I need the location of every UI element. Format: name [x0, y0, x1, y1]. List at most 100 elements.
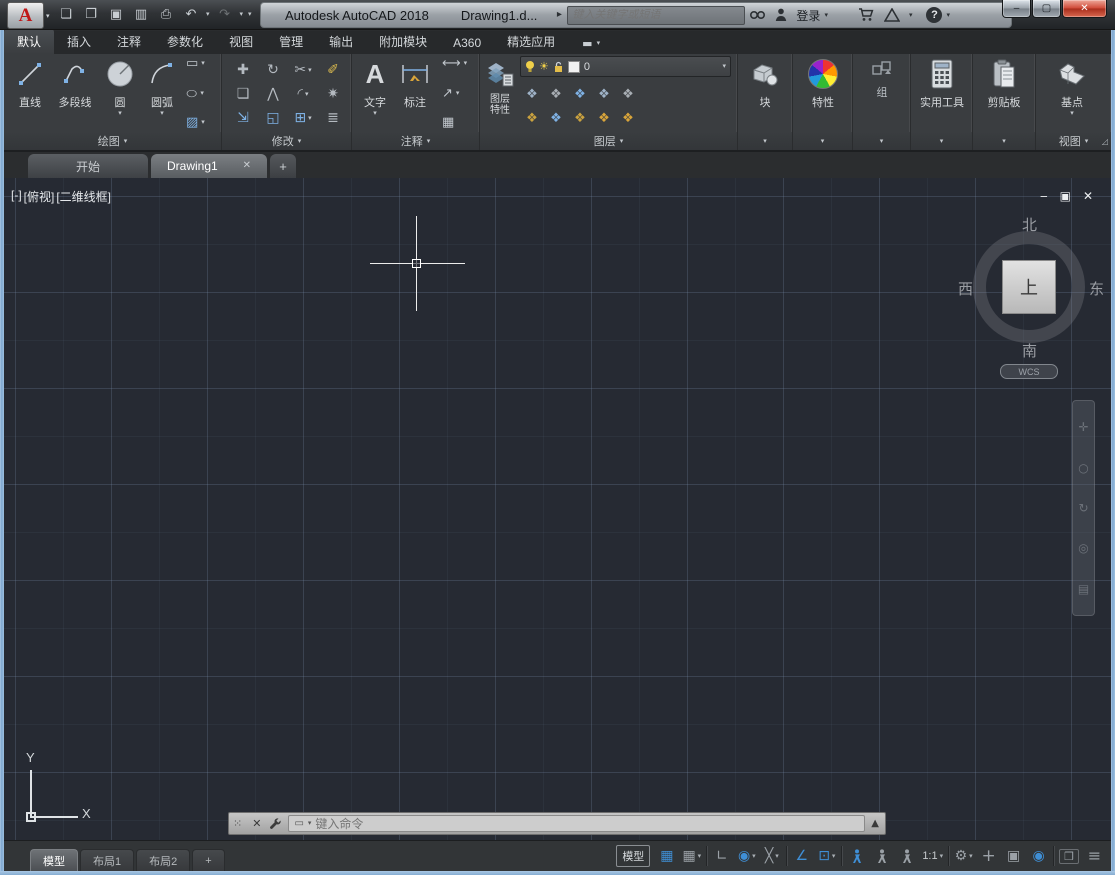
command-bar-grip-icon[interactable]: ⁙	[229, 818, 246, 829]
polar-dropdown-icon[interactable]: ▾	[752, 853, 756, 860]
plot-button[interactable]: ⎙	[156, 4, 176, 24]
autodesk-a360-icon[interactable]	[884, 8, 900, 22]
application-menu-dropdown-icon[interactable]: ▾	[46, 13, 50, 20]
ribbon-tab-addins[interactable]: 附加模块	[366, 29, 440, 54]
isometric-drafting-button[interactable]: ╳▾	[759, 841, 784, 871]
base-button[interactable]: 基点 ▾	[1052, 57, 1092, 117]
maximize-button[interactable]: ▢	[1032, 0, 1061, 18]
viewcube-east[interactable]: 东	[1089, 278, 1104, 299]
ribbon-tab-output[interactable]: 输出	[316, 29, 366, 54]
object-snap-button[interactable]: ⊡▾	[814, 841, 839, 871]
viewport-control-view[interactable]: [俯视]	[24, 188, 55, 205]
layer-tool-thaw[interactable]: ❖	[598, 112, 610, 125]
command-bar-customize-wrench-icon[interactable]	[267, 817, 288, 830]
ribbon-tab-default[interactable]: 默认	[4, 29, 54, 54]
viewcube[interactable]: 北 上 西 东 南 WCS	[956, 214, 1106, 382]
signin-person-icon[interactable]	[775, 8, 787, 22]
viewport-restore-icon[interactable]: ▣	[1060, 190, 1071, 202]
leader-button[interactable]: ↗▾	[442, 87, 474, 100]
offset-button[interactable]: ≣	[318, 111, 348, 125]
fillet-button[interactable]: ◜▾	[288, 87, 318, 101]
model-space-button[interactable]: 模型	[616, 845, 650, 867]
clipboard-button[interactable]: 剪贴板	[979, 57, 1029, 110]
application-menu-button[interactable]: A	[7, 2, 44, 29]
panel-label-group[interactable]: ▾	[853, 132, 910, 150]
view-panel-launcher-icon[interactable]: ◿	[1102, 137, 1108, 146]
properties-button[interactable]: 特性	[803, 57, 843, 110]
polar-tracking-button[interactable]: ◉▾	[734, 841, 759, 871]
annotation-scale-button[interactable]: 1:1▾	[919, 841, 946, 871]
copy-button[interactable]: ❏	[228, 87, 258, 101]
signin-label[interactable]: 登录	[796, 7, 820, 24]
viewcube-south[interactable]: 南	[1022, 340, 1037, 361]
undo-button[interactable]: ↶	[181, 4, 201, 24]
line-button[interactable]: 直线	[10, 57, 50, 110]
help-search-box[interactable]	[567, 6, 745, 25]
new-drawing-button[interactable]: ❏	[56, 4, 76, 24]
undo-dropdown-icon[interactable]: ▾	[206, 11, 210, 18]
utilities-button[interactable]: 实用工具	[915, 57, 969, 110]
layer-tool-off[interactable]: ❖	[598, 88, 610, 101]
iso-dropdown-icon[interactable]: ▾	[775, 853, 779, 860]
panel-label-properties[interactable]: ▾	[793, 132, 852, 150]
ribbon-tab-a360[interactable]: A360	[440, 32, 494, 54]
viewport-minimize-icon[interactable]: ‒	[1040, 190, 1048, 202]
annotation-monitor-button[interactable]: +	[976, 841, 1001, 871]
autoscale-button[interactable]	[869, 841, 894, 871]
wcs-dropdown[interactable]: WCS	[1000, 364, 1058, 379]
workspace-switching-button[interactable]: ⚙▾	[951, 841, 976, 871]
circle-button[interactable]: 圆 ▾	[100, 57, 140, 117]
ribbon-tab-annotate[interactable]: 注释	[104, 29, 154, 54]
workspace-dropdown-icon[interactable]: ▾	[969, 853, 973, 860]
open-button[interactable]: ❐	[81, 4, 101, 24]
ribbon-tab-featured-apps[interactable]: 精选应用	[494, 29, 568, 54]
layer-properties-button[interactable]: 图层特性	[482, 57, 518, 116]
stretch-button[interactable]: ⇲	[228, 111, 258, 125]
scale-button[interactable]: ◱	[258, 111, 288, 125]
layer-tool-isolate[interactable]: ❖	[526, 88, 538, 101]
trim-button[interactable]: ✂▾	[288, 63, 318, 77]
ribbon-tab-manage[interactable]: 管理	[266, 29, 316, 54]
layout-tab-model[interactable]: 模型	[30, 849, 78, 871]
ellipse-button[interactable]: ○▾	[186, 87, 218, 100]
isolate-objects-button[interactable]: ▣	[1001, 841, 1026, 871]
save-button[interactable]: ▣	[106, 4, 126, 24]
rotate-button[interactable]: ↻	[258, 63, 288, 77]
help-dropdown-icon[interactable]: ▾	[946, 12, 950, 19]
panel-label-draw[interactable]: 绘图▾	[4, 132, 221, 150]
navigation-bar[interactable]: ✛ ○ ↻ ◎ ▤	[1072, 400, 1095, 616]
ortho-mode-button[interactable]: ∟	[709, 841, 734, 871]
ribbon-tab-insert[interactable]: 插入	[54, 29, 104, 54]
layer-tool-match[interactable]: ❖	[622, 88, 634, 101]
full-navigation-wheel-icon[interactable]: ✛	[1078, 421, 1088, 433]
layer-tool-freeze[interactable]: ❖	[574, 88, 586, 101]
recent-commands-dropdown-icon[interactable]: ▾	[308, 820, 312, 827]
arc-button[interactable]: 圆弧 ▾	[142, 57, 182, 117]
object-snap-tracking-button[interactable]: ∠	[789, 841, 814, 871]
help-search-input[interactable]	[572, 9, 740, 21]
minimize-button[interactable]: ‒	[1002, 0, 1031, 18]
showmotion-icon[interactable]: ▤	[1078, 583, 1089, 595]
text-button[interactable]: A 文字 ▾	[358, 57, 392, 117]
viewport-close-icon[interactable]: ✕	[1083, 190, 1093, 202]
command-history-up-icon[interactable]: ▲	[871, 819, 885, 829]
customize-status-bar-button[interactable]: ≡	[1082, 841, 1107, 871]
a360-dropdown-icon[interactable]: ▾	[909, 12, 913, 19]
recent-commands-icon[interactable]: ▭	[294, 819, 303, 829]
explode-button[interactable]: ✷	[318, 87, 348, 101]
erase-button[interactable]: ✐	[318, 63, 348, 77]
osnap-dropdown-icon[interactable]: ▾	[832, 853, 836, 860]
rectangle-button[interactable]: ▭▾	[186, 57, 218, 70]
zoom-icon[interactable]: ↻	[1078, 502, 1088, 514]
ribbon-tab-parametric[interactable]: 参数化	[154, 29, 216, 54]
ribbon-tab-view[interactable]: 视图	[216, 29, 266, 54]
drawing-area[interactable]: [-] [俯视] [二维线框] ‒ ▣ ✕ 北 上 西 东 南 WCS ✛ ○ …	[4, 178, 1111, 840]
layer-dropdown[interactable]: ☀ 0 ▾	[520, 56, 731, 77]
redo-dropdown-icon[interactable]: ▾	[240, 11, 244, 18]
panel-label-annotate[interactable]: 注释▾	[352, 132, 479, 150]
block-button[interactable]: 块	[745, 57, 785, 110]
array-button[interactable]: ⊞▾	[288, 111, 318, 125]
search-binoculars-icon[interactable]	[750, 9, 765, 21]
command-line-bar[interactable]: ⁙ ✕ ▭ ▾ ▲	[228, 812, 886, 835]
command-input[interactable]	[315, 817, 859, 831]
